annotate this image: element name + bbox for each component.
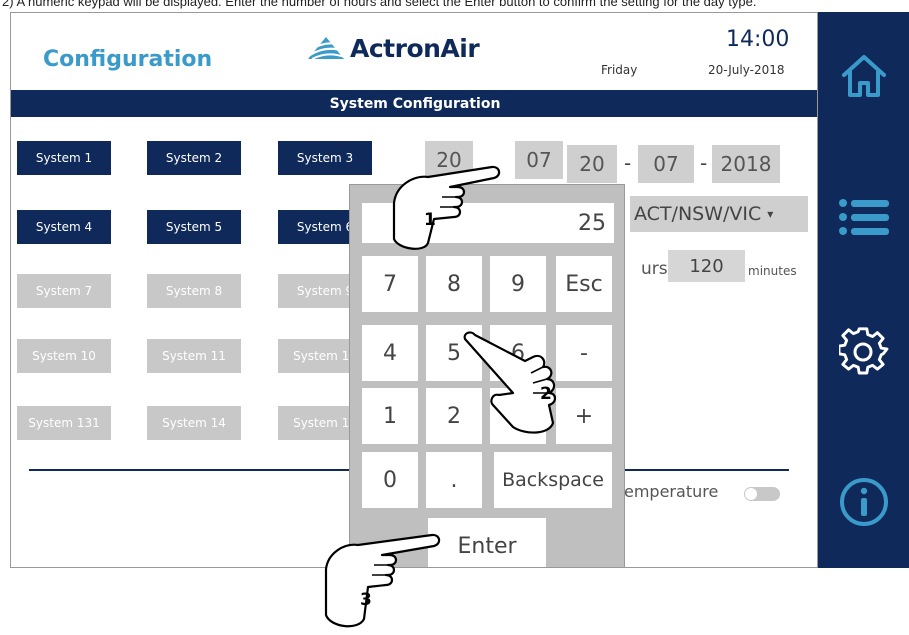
pointing-hand-icon [318, 533, 442, 635]
timer-label: urs [641, 259, 668, 279]
key-dot[interactable]: . [426, 452, 482, 508]
chevron-down-icon: ▾ [767, 207, 774, 221]
page-title: Configuration [43, 47, 213, 72]
actronair-logo-icon [308, 37, 345, 60]
key-0[interactable]: 0 [362, 452, 418, 508]
pointing-hand-icon [463, 331, 557, 434]
touch-screen: Configuration ActronAir Friday 14:00 20-… [10, 12, 818, 568]
state-select[interactable]: ACT/NSW/VIC ▾ [630, 196, 808, 232]
settings-button[interactable] [818, 312, 909, 392]
key-9[interactable]: 9 [490, 256, 546, 312]
home-button[interactable] [818, 36, 909, 116]
key-8[interactable]: 8 [426, 256, 482, 312]
system-7-button[interactable]: System 7 [17, 274, 111, 308]
date-separator: - [700, 151, 708, 175]
toggle-knob [745, 488, 757, 500]
gear-icon [838, 327, 888, 375]
key-7[interactable]: 7 [362, 256, 418, 312]
state-select-value: ACT/NSW/VIC [634, 203, 762, 225]
pointing-hand-icon [392, 165, 501, 250]
temperature-label: emperature [624, 482, 719, 501]
system-131-button[interactable]: System 131 [17, 406, 111, 440]
key-1[interactable]: 1 [362, 388, 418, 444]
date-year-field[interactable]: 2018 [712, 145, 780, 183]
day-label: Friday [601, 63, 638, 77]
system-5-button[interactable]: System 5 [147, 210, 241, 244]
pointing-hand-icon [384, 163, 502, 259]
menu-icon [838, 199, 889, 235]
section-title: System Configuration [329, 95, 501, 112]
instruction-caption: 2) A numeric keypad will be displayed. E… [2, 0, 757, 9]
key-4[interactable]: 4 [362, 325, 418, 381]
clock-time: 14:00 [726, 27, 790, 52]
step-number: 2 [540, 384, 552, 404]
system-11-button[interactable]: System 11 [147, 339, 241, 373]
date-separator: - [624, 151, 632, 175]
system-2-button[interactable]: System 2 [147, 141, 241, 175]
info-icon [839, 478, 888, 526]
timer-minutes-field[interactable]: 120 [668, 250, 745, 282]
system-14-button[interactable]: System 14 [147, 406, 241, 440]
brand-logo: ActronAir [306, 33, 480, 63]
system-4-button[interactable]: System 4 [17, 210, 111, 244]
section-title-bar: System Configuration [11, 90, 817, 117]
enter-button[interactable]: Enter [428, 518, 546, 567]
side-nav [818, 12, 909, 568]
temperature-toggle[interactable] [744, 487, 780, 501]
pointing-hand-icon [324, 533, 441, 628]
timer-unit: minutes [748, 264, 797, 278]
system-8-button[interactable]: System 8 [147, 274, 241, 308]
brand-name: ActronAir [350, 33, 480, 63]
date-month-field[interactable]: 07 [638, 145, 694, 183]
info-button[interactable] [818, 462, 909, 542]
step-number: 3 [360, 590, 372, 610]
key-esc[interactable]: Esc [556, 256, 612, 312]
date-day-field[interactable]: 20 [567, 145, 617, 183]
clock-date: 20-July-2018 [708, 63, 785, 77]
system-10-button[interactable]: System 10 [17, 339, 111, 373]
home-icon [841, 55, 886, 97]
system-1-button[interactable]: System 1 [17, 141, 111, 175]
system-3-button[interactable]: System 3 [278, 141, 372, 175]
key-backspace[interactable]: Backspace [494, 452, 612, 508]
pointing-hand-icon [463, 331, 585, 441]
page: 2) A numeric keypad will be displayed. E… [0, 0, 909, 635]
step-number: 1 [424, 210, 436, 230]
menu-button[interactable] [818, 177, 909, 257]
time-minutes-field[interactable]: 07 [515, 141, 563, 179]
